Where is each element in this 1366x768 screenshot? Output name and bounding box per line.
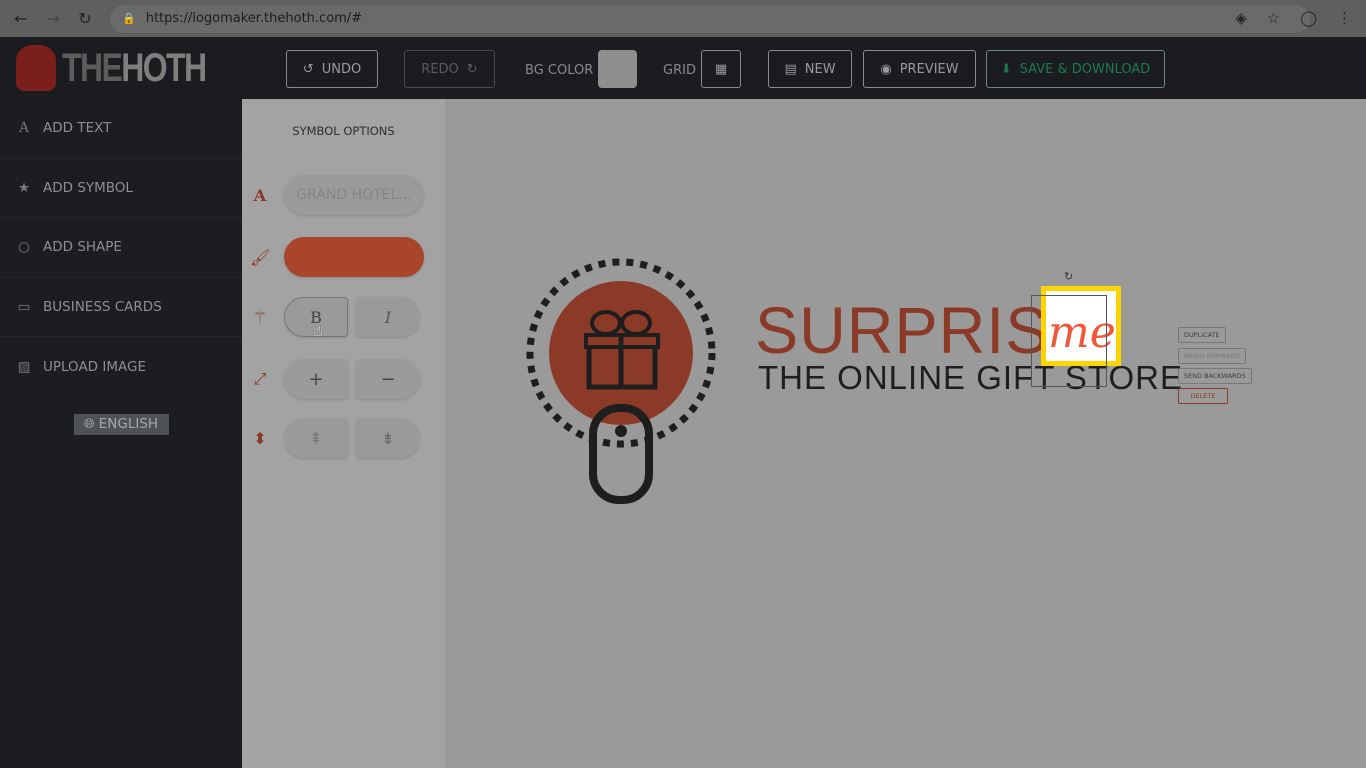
text-icon: A bbox=[19, 120, 29, 137]
thehoth-logo[interactable]: THEHOTH bbox=[16, 45, 241, 91]
undo-icon: ↺ bbox=[302, 61, 314, 77]
sidebar-item-add-symbol[interactable]: ★ ADD SYMBOL bbox=[0, 159, 242, 218]
preview-button[interactable]: ◉ PREVIEW bbox=[863, 50, 976, 88]
globe-icon: 🌐︎ bbox=[83, 416, 95, 432]
reload-icon[interactable]: ↻ bbox=[74, 9, 96, 28]
logo-hoth: HOTH bbox=[121, 45, 207, 90]
star-icon: ★ bbox=[17, 179, 31, 196]
symbol-options-panel: SYMBOL OPTIONS A GRAND HOTEL... 🖌︎ ⚚ B I ⤢ +… bbox=[242, 99, 445, 768]
selection-box[interactable] bbox=[1031, 295, 1107, 387]
bring-forward-button[interactable]: ⇞ bbox=[284, 418, 348, 458]
save-label: SAVE & DOWNLOAD bbox=[1019, 61, 1151, 77]
sidebar: A ADD TEXT ★ ADD SYMBOL ○ ADD SHAPE ▭ BUSINE… bbox=[0, 99, 242, 768]
resize-icon: ⤢ bbox=[253, 369, 267, 388]
star-icon[interactable]: ☆ bbox=[1267, 9, 1280, 27]
sidebar-item-business-cards[interactable]: ▭ BUSINESS CARDS bbox=[0, 278, 242, 337]
menu-icon[interactable]: ⋮ bbox=[1337, 9, 1352, 27]
url-text: https://logomaker.thehoth.com/# bbox=[145, 11, 363, 26]
redo-label: REDO bbox=[421, 61, 459, 77]
sidebar-item-upload-image[interactable]: ▨ UPLOAD IMAGE bbox=[0, 337, 242, 397]
new-label: NEW bbox=[804, 61, 836, 77]
sidebar-item-label: ADD SHAPE bbox=[43, 239, 122, 256]
id-card-icon: ▭ bbox=[17, 298, 31, 315]
lock-icon: 🔒 bbox=[122, 12, 136, 25]
back-icon[interactable]: ← bbox=[10, 9, 32, 28]
panel-title: SYMBOL OPTIONS bbox=[292, 124, 395, 138]
language-label: ENGLISH bbox=[98, 416, 159, 432]
sidebar-item-add-text[interactable]: A ADD TEXT bbox=[0, 99, 242, 159]
send-backward-button[interactable]: ⇟ bbox=[356, 418, 420, 458]
color-picker[interactable] bbox=[284, 237, 424, 277]
font-select[interactable]: GRAND HOTEL... bbox=[284, 175, 424, 215]
logo-the: THE bbox=[62, 45, 123, 90]
undo-button[interactable]: ↺ UNDO bbox=[286, 50, 378, 88]
circle-icon: ○ bbox=[18, 239, 30, 256]
sidebar-item-label: BUSINESS CARDS bbox=[43, 298, 162, 315]
save-download-button[interactable]: ⬇ SAVE & DOWNLOAD bbox=[986, 50, 1165, 88]
preview-label: PREVIEW bbox=[899, 61, 959, 77]
italic-button[interactable]: I bbox=[356, 297, 420, 337]
hand-cursor-icon: ☝ bbox=[313, 321, 324, 341]
font-icon: A bbox=[253, 185, 267, 205]
document-icon: ▤ bbox=[784, 61, 797, 77]
redo-icon: ↻ bbox=[466, 61, 478, 77]
layer-down-icon: ⇟ bbox=[381, 428, 395, 448]
eye-icon: ◉ bbox=[880, 61, 892, 77]
magic-wand-icon: ⚚ bbox=[252, 307, 268, 327]
gift-symbol[interactable] bbox=[520, 255, 730, 510]
brush-icon: 🖌︎ bbox=[250, 247, 271, 267]
browser-toolbar: ← → ↻ 🔒 https://logomaker.thehoth.com/# ◈… bbox=[0, 0, 1366, 37]
language-button[interactable]: 🌐︎ ENGLISH bbox=[73, 413, 169, 435]
enlarge-button[interactable]: + bbox=[284, 359, 348, 399]
rotate-handle-icon[interactable]: ↻ bbox=[1064, 270, 1073, 283]
image-icon: ▨ bbox=[17, 358, 31, 375]
grid-button[interactable]: ▦ bbox=[701, 50, 741, 88]
duplicate-button[interactable]: DUPLICATE bbox=[1178, 327, 1226, 343]
layer-order-icon: ⬍ bbox=[253, 428, 267, 448]
delete-button[interactable]: DELETE bbox=[1178, 388, 1228, 404]
shrink-button[interactable]: − bbox=[356, 359, 420, 399]
bg-color-swatch[interactable] bbox=[598, 50, 637, 88]
bring-forward-menu-button[interactable]: BRING FORWARD bbox=[1178, 348, 1247, 364]
profile-icon[interactable]: ◯ bbox=[1300, 9, 1317, 27]
undo-label: UNDO bbox=[321, 61, 362, 77]
grid-label: GRID bbox=[663, 63, 696, 78]
sidebar-item-label: UPLOAD IMAGE bbox=[43, 358, 146, 375]
layer-up-icon: ⇞ bbox=[309, 428, 323, 448]
forward-icon[interactable]: → bbox=[42, 9, 64, 28]
send-backwards-button[interactable]: SEND BACKWARDS bbox=[1178, 368, 1252, 384]
new-button[interactable]: ▤ NEW bbox=[768, 50, 852, 88]
sidebar-item-label: ADD TEXT bbox=[43, 120, 112, 137]
sidebar-item-label: ADD SYMBOL bbox=[43, 179, 133, 196]
mouse-wheel bbox=[615, 425, 627, 437]
extension-icon[interactable]: ◈ bbox=[1235, 9, 1247, 27]
bg-color-label: BG COLOR bbox=[525, 63, 594, 78]
grid-icon: ▦ bbox=[714, 61, 728, 77]
app-header: THEHOTH ↺ UNDO REDO ↻ BG COLOR GRID ▦ ▤ NEW… bbox=[0, 37, 1366, 99]
redo-button[interactable]: REDO ↻ bbox=[404, 50, 495, 88]
sidebar-item-add-shape[interactable]: ○ ADD SHAPE bbox=[0, 218, 242, 278]
address-bar[interactable]: 🔒 https://logomaker.thehoth.com/# bbox=[110, 4, 1310, 33]
download-icon: ⬇ bbox=[1000, 61, 1012, 77]
mascot-icon bbox=[16, 45, 56, 91]
